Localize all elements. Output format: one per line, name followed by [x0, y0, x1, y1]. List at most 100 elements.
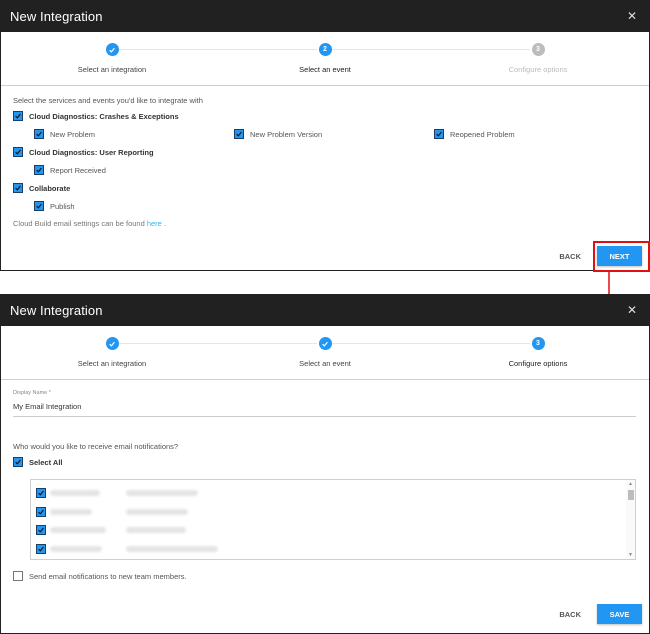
redacted-name: [50, 490, 100, 497]
check-icon: [105, 337, 119, 350]
step-label: Configure options: [508, 359, 568, 368]
dialog-body: Select the services and events you'd lik…: [1, 96, 649, 228]
checkbox-checked-icon[interactable]: [13, 457, 23, 467]
save-button[interactable]: SAVE: [597, 604, 642, 624]
event-new-problem[interactable]: New Problem: [34, 129, 234, 139]
checkbox-checked-icon[interactable]: [34, 129, 44, 139]
dialog-footer: BACK NEXT: [559, 246, 642, 266]
intro-text: Select the services and events you'd lik…: [13, 96, 203, 105]
redacted-email: [126, 527, 186, 534]
step-label: Select an integration: [77, 65, 147, 74]
step-label: Select an event: [299, 65, 351, 74]
list-item[interactable]: [31, 503, 635, 522]
close-icon[interactable]: ✕: [625, 303, 639, 317]
next-button[interactable]: NEXT: [597, 246, 642, 266]
note-text: Cloud Build email settings can be found: [13, 219, 147, 228]
event-report-received[interactable]: Report Received: [34, 165, 234, 175]
display-name-field[interactable]: Display Name * My Email Integration: [13, 390, 637, 417]
redacted-email: [126, 545, 218, 552]
service-label: Collaborate: [29, 183, 71, 193]
list-item[interactable]: [31, 558, 635, 559]
event-label: Reopened Problem: [450, 129, 515, 139]
dialog-titlebar: New Integration ✕: [1, 0, 649, 32]
close-icon[interactable]: ✕: [625, 9, 639, 23]
step-label: Configure options: [508, 65, 568, 74]
new-integration-dialog-step-3: New Integration ✕ Select an integration …: [0, 294, 650, 634]
event-publish[interactable]: Publish: [34, 201, 234, 211]
dialog-title: New Integration: [10, 302, 103, 318]
stepper: Select an integration Select an event 3 …: [1, 326, 649, 380]
redacted-email: [126, 508, 188, 515]
step-number: 2: [318, 43, 332, 56]
dialog-title: New Integration: [10, 8, 103, 24]
event-row: Publish: [13, 197, 637, 215]
event-label: Publish: [50, 201, 75, 211]
list-item[interactable]: [31, 484, 635, 503]
event-row: Report Received: [13, 161, 637, 179]
new-members-row[interactable]: Send email notifications to new team mem…: [13, 567, 637, 585]
checkbox-checked-icon[interactable]: [36, 506, 46, 517]
checkbox-checked-icon[interactable]: [34, 201, 44, 211]
step-select-integration: Select an integration: [32, 43, 192, 74]
checkbox-checked-icon[interactable]: [13, 111, 23, 121]
dialog-footer: BACK SAVE: [559, 604, 642, 624]
note-suffix: .: [161, 219, 167, 228]
checkbox-checked-icon[interactable]: [36, 488, 46, 499]
event-label: New Problem Version: [250, 129, 323, 139]
back-button[interactable]: BACK: [559, 610, 581, 619]
scroll-down-icon[interactable]: ▼: [628, 552, 633, 558]
new-integration-dialog-step-2: New Integration ✕ Select an integration …: [0, 0, 650, 271]
cloud-build-note: Cloud Build email settings can be found …: [13, 219, 637, 228]
step-configure-options: 3 Configure options: [458, 337, 618, 368]
back-button[interactable]: BACK: [559, 252, 581, 261]
display-name-label: Display Name *: [13, 390, 51, 396]
select-all-row[interactable]: Select All: [13, 453, 637, 471]
select-all-label: Select All: [29, 457, 63, 467]
checkbox-checked-icon[interactable]: [13, 183, 23, 193]
service-label: Cloud Diagnostics: Crashes & Exceptions: [29, 111, 179, 121]
list-item[interactable]: [31, 540, 635, 559]
display-name-input[interactable]: My Email Integration: [13, 402, 636, 417]
event-reopened-problem[interactable]: Reopened Problem: [434, 129, 634, 139]
recipients-question: Who would you like to receive email noti…: [13, 442, 179, 451]
event-row: New Problem New Problem Version Reopened…: [13, 125, 637, 143]
dialog-body: Display Name * My Email Integration Who …: [1, 390, 649, 585]
checkbox-checked-icon[interactable]: [434, 129, 444, 139]
check-icon: [318, 337, 332, 350]
scroll-up-icon[interactable]: ▲: [628, 481, 633, 487]
step-number: 3: [531, 337, 545, 350]
checkbox-checked-icon[interactable]: [36, 525, 46, 536]
checkbox-checked-icon[interactable]: [34, 165, 44, 175]
stepper: Select an integration 2 Select an event …: [1, 32, 649, 86]
recipients-list[interactable]: ▲ ▼: [30, 479, 636, 560]
step-select-event: Select an event: [245, 337, 405, 368]
checkbox-unchecked-icon[interactable]: [13, 571, 23, 581]
scroll-thumb[interactable]: [628, 490, 634, 500]
redacted-name: [50, 508, 92, 515]
service-label: Cloud Diagnostics: User Reporting: [29, 147, 154, 157]
check-icon: [105, 43, 119, 56]
step-number: 3: [531, 43, 545, 56]
list-scrollbar[interactable]: ▲ ▼: [626, 480, 635, 559]
service-collaborate[interactable]: Collaborate: [13, 179, 637, 197]
event-new-problem-version[interactable]: New Problem Version: [234, 129, 434, 139]
event-label: New Problem: [50, 129, 96, 139]
checkbox-checked-icon[interactable]: [234, 129, 244, 139]
step-configure-options: 3 Configure options: [458, 43, 618, 74]
dialog-titlebar: New Integration ✕: [1, 294, 649, 326]
service-crashes-exceptions[interactable]: Cloud Diagnostics: Crashes & Exceptions: [13, 107, 637, 125]
checkbox-checked-icon[interactable]: [36, 543, 46, 554]
step-select-integration: Select an integration: [32, 337, 192, 368]
new-members-label: Send email notifications to new team mem…: [29, 571, 187, 581]
step-select-event: 2 Select an event: [245, 43, 405, 74]
event-label: Report Received: [50, 165, 106, 175]
checkbox-checked-icon[interactable]: [13, 147, 23, 157]
redacted-name: [50, 545, 102, 552]
step-label: Select an event: [299, 359, 351, 368]
redacted-email: [126, 490, 198, 497]
step-label: Select an integration: [77, 359, 147, 368]
redacted-name: [50, 527, 106, 534]
here-link[interactable]: here: [147, 219, 162, 228]
list-item[interactable]: [31, 521, 635, 540]
service-user-reporting[interactable]: Cloud Diagnostics: User Reporting: [13, 143, 637, 161]
